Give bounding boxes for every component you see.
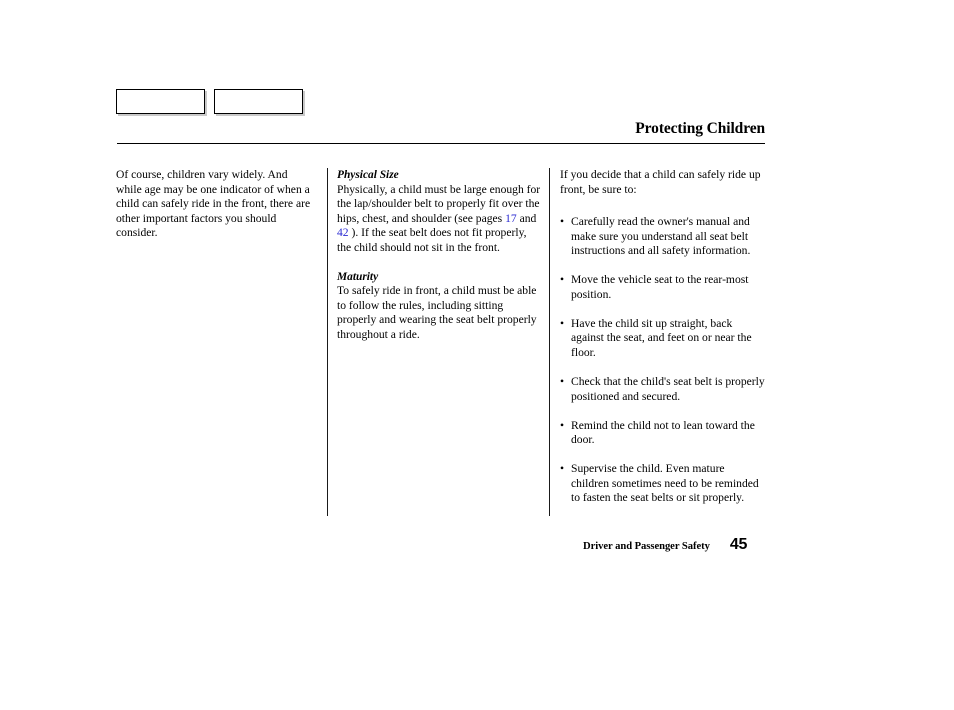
page-title: Protecting Children xyxy=(635,120,765,137)
bullet-icon: • xyxy=(560,316,565,330)
page-footer: Driver and Passenger Safety 45 xyxy=(583,536,747,554)
list-item-text: Have the child sit up straight, back aga… xyxy=(571,316,752,359)
nav-button-right[interactable] xyxy=(214,89,303,114)
maturity-heading: Maturity xyxy=(337,270,379,283)
bullet-icon: • xyxy=(560,273,565,287)
column-1: Of course, children vary widely. And whi… xyxy=(116,168,316,241)
list-item-text: Check that the child's seat belt is prop… xyxy=(571,374,765,403)
column-2: Physical Size Physically, a child must b… xyxy=(337,168,542,343)
physical-size-paragraph: Physically, a child must be large enough… xyxy=(337,183,542,256)
bullet-icon: • xyxy=(560,374,565,388)
footer-section-label: Driver and Passenger Safety xyxy=(583,541,710,552)
list-item: • Check that the child's seat belt is pr… xyxy=(560,375,765,404)
navigation-button-bar xyxy=(116,89,303,114)
page-link-42[interactable]: 42 xyxy=(337,226,349,239)
list-item-text: Supervise the child. Even mature childre… xyxy=(571,462,759,505)
list-item: • Move the vehicle seat to the rear-most… xyxy=(560,273,765,302)
col1-paragraph: Of course, children vary widely. And whi… xyxy=(116,168,311,240)
list-item-text: Remind the child not to lean toward the … xyxy=(571,418,755,447)
intro-spacer xyxy=(560,197,765,215)
physical-size-text-part2: ). If the seat belt does not fit properl… xyxy=(337,226,527,254)
bullet-icon: • xyxy=(560,215,565,229)
list-item: • Carefully read the owner's manual and … xyxy=(560,215,765,259)
list-item: • Supervise the child. Even mature child… xyxy=(560,462,765,506)
physical-size-heading: Physical Size xyxy=(337,169,399,181)
list-item: • Have the child sit up straight, back a… xyxy=(560,317,765,361)
manual-page: Protecting Children Of course, children … xyxy=(0,0,954,710)
physical-size-text-mid: and xyxy=(516,211,537,225)
nav-button-left[interactable] xyxy=(116,89,205,114)
list-item: • Remind the child not to lean toward th… xyxy=(560,419,765,448)
page-number: 45 xyxy=(729,536,748,553)
list-item-text: Carefully read the owner's manual and ma… xyxy=(571,215,751,258)
safety-checklist: • Carefully read the owner's manual and … xyxy=(560,215,765,506)
bullet-icon: • xyxy=(560,462,565,476)
col3-intro-paragraph: If you decide that a child can safely ri… xyxy=(560,168,761,196)
content-columns: Of course, children vary widely. And whi… xyxy=(116,168,766,518)
column-3: If you decide that a child can safely ri… xyxy=(560,168,765,506)
maturity-paragraph: To safely ride in front, a child must be… xyxy=(337,284,537,341)
column-divider-2 xyxy=(549,168,551,516)
bullet-icon: • xyxy=(560,418,565,432)
header-divider-rule xyxy=(117,143,765,145)
column-divider-1 xyxy=(327,168,329,516)
list-item-text: Move the vehicle seat to the rear-most p… xyxy=(571,273,749,301)
page-link-17[interactable]: 17 xyxy=(505,212,517,225)
